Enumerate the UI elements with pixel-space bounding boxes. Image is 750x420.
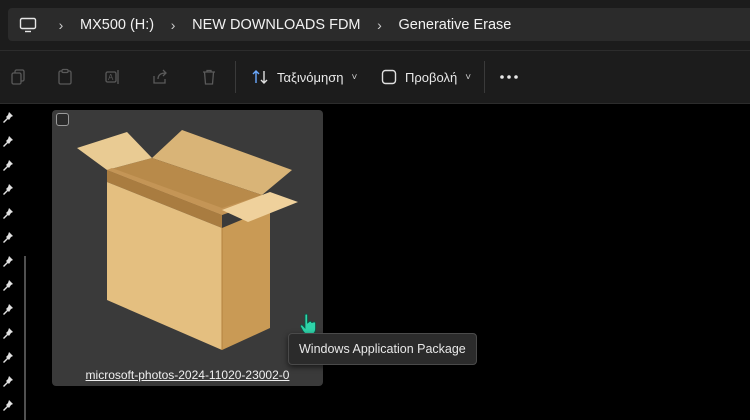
sort-icon [252, 70, 268, 84]
pin-icon[interactable] [2, 182, 16, 196]
file-name[interactable]: microsoft-photos-2024-11020-23002-0 [52, 368, 323, 382]
pin-icon[interactable] [2, 206, 16, 220]
more-icon[interactable] [497, 65, 521, 89]
pin-icon[interactable] [2, 374, 16, 388]
selection-checkbox[interactable] [56, 113, 69, 126]
sort-label: Ταξινόμηση [277, 69, 344, 85]
rename-icon[interactable]: A [101, 65, 125, 89]
share-icon[interactable] [148, 65, 172, 89]
pin-icon[interactable] [2, 158, 16, 172]
paste-icon[interactable] [53, 65, 77, 89]
sort-button[interactable]: Ταξινόμηση ˅ [251, 65, 357, 89]
pin-icon[interactable] [2, 398, 16, 412]
address-bar: › MX500 (H:) › NEW DOWNLOADS FDM › Gener… [0, 0, 750, 50]
tooltip-text: Windows Application Package [299, 342, 466, 356]
delete-icon[interactable] [197, 65, 221, 89]
breadcrumb[interactable]: › MX500 (H:) › NEW DOWNLOADS FDM › Gener… [8, 8, 750, 41]
pin-icon[interactable] [2, 134, 16, 148]
chevron-right-icon[interactable]: › [160, 17, 186, 33]
command-bar: A Ταξινόμηση ˅ Προβολή ˅ [0, 50, 750, 104]
svg-text:A: A [108, 73, 114, 82]
chevron-down-icon: ˅ [351, 71, 358, 83]
navigation-pane [0, 104, 26, 420]
pin-icon[interactable] [2, 230, 16, 244]
pin-icon[interactable] [2, 110, 16, 124]
sidebar-scrollbar[interactable] [24, 256, 26, 420]
breadcrumb-item-current[interactable]: Generative Erase [393, 17, 518, 33]
breadcrumb-item-drive[interactable]: MX500 (H:) [74, 17, 160, 33]
file-tile[interactable]: microsoft-photos-2024-11020-23002-0 [52, 110, 323, 386]
chevron-down-icon: ˅ [465, 71, 472, 83]
this-pc-icon[interactable] [8, 8, 48, 41]
breadcrumb-item-folder[interactable]: NEW DOWNLOADS FDM [186, 17, 366, 33]
toolbar-divider [235, 61, 236, 93]
pin-icon[interactable] [2, 254, 16, 268]
package-box-icon [77, 130, 298, 350]
chevron-right-icon[interactable]: › [367, 17, 393, 33]
pin-icon[interactable] [2, 350, 16, 364]
chevron-right-icon[interactable]: › [48, 17, 74, 33]
pin-icon[interactable] [2, 326, 16, 340]
copy-icon[interactable] [6, 65, 30, 89]
view-icon [381, 69, 397, 85]
tooltip: Windows Application Package [288, 333, 477, 365]
view-label: Προβολή [405, 69, 458, 85]
toolbar-divider [484, 61, 485, 93]
pin-icon[interactable] [2, 302, 16, 316]
pin-icon[interactable] [2, 278, 16, 292]
view-button[interactable]: Προβολή ˅ [381, 65, 471, 89]
